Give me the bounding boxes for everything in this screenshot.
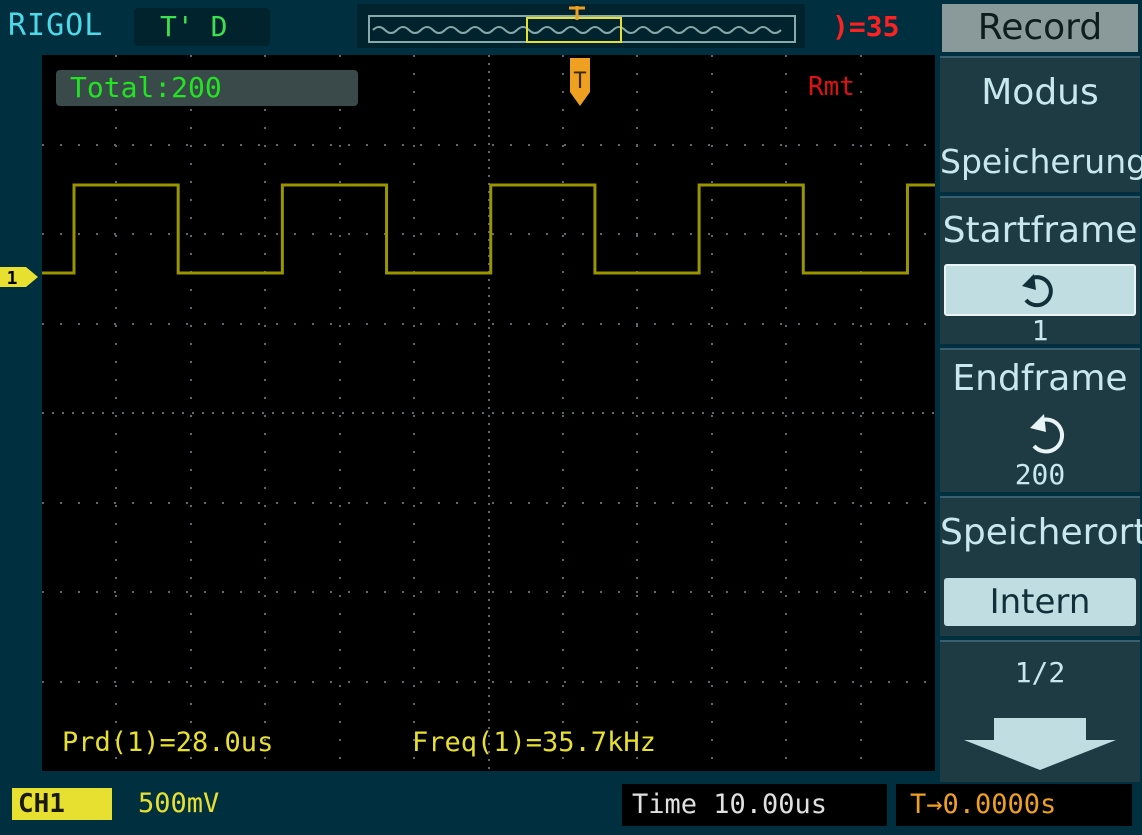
channel-1-tag[interactable]: CH1 (12, 788, 112, 820)
menu-title: Record (942, 4, 1138, 52)
trigger-position-icon: T (570, 58, 590, 106)
channel-1-waveform (42, 183, 935, 275)
graticule (42, 55, 935, 771)
trigger-level: )=35 (832, 10, 900, 43)
trigger-marker-label: T (573, 69, 586, 94)
trigger-offset-readout: T→0.0000s (896, 784, 1132, 826)
modus-menu-button[interactable]: Modus Speicherung (940, 56, 1142, 192)
page-indicator: 1/2 (1014, 656, 1066, 689)
trigger-status: T' D (134, 8, 270, 46)
startframe-label: Startframe (942, 210, 1138, 251)
waveform-display (42, 55, 935, 771)
modus-label: Modus (981, 72, 1099, 113)
remote-indicator: Rmt (808, 72, 855, 102)
channel-1-scale: 500mV (138, 788, 220, 819)
arrow-down-icon (964, 718, 1116, 770)
rotate-knob-icon (1030, 414, 1065, 454)
startframe-value: 1 (1031, 314, 1049, 347)
memory-overview (357, 4, 805, 48)
next-page-button[interactable]: 1/2 (940, 640, 1140, 782)
channel-1-level-icon: 1 (0, 267, 38, 289)
startframe-knob-button[interactable] (944, 264, 1136, 316)
speicherort-value-button[interactable]: Intern (944, 578, 1136, 626)
timebase-readout: Time 10.00us (622, 784, 887, 826)
rotate-knob-icon (1022, 274, 1053, 308)
startframe-menu-button[interactable]: Startframe 1 (940, 196, 1140, 347)
speicherort-menu-button[interactable]: Speicherort Intern (940, 496, 1142, 636)
modus-value: Speicherung (940, 142, 1142, 181)
measurement-period: Prd(1)=28.0us (62, 727, 274, 758)
endframe-label: Endframe (952, 358, 1128, 399)
memory-overview-graphic (368, 6, 796, 43)
endframe-menu-button[interactable]: Endframe 200 (940, 348, 1140, 492)
brand-logo: RIGOL (8, 8, 104, 43)
endframe-value: 200 (1014, 458, 1066, 491)
measurement-frequency: Freq(1)=35.7kHz (412, 727, 656, 758)
record-total: Total:200 (56, 70, 358, 106)
channel-marker-label: 1 (7, 268, 18, 289)
speicherort-label: Speicherort (940, 512, 1142, 553)
